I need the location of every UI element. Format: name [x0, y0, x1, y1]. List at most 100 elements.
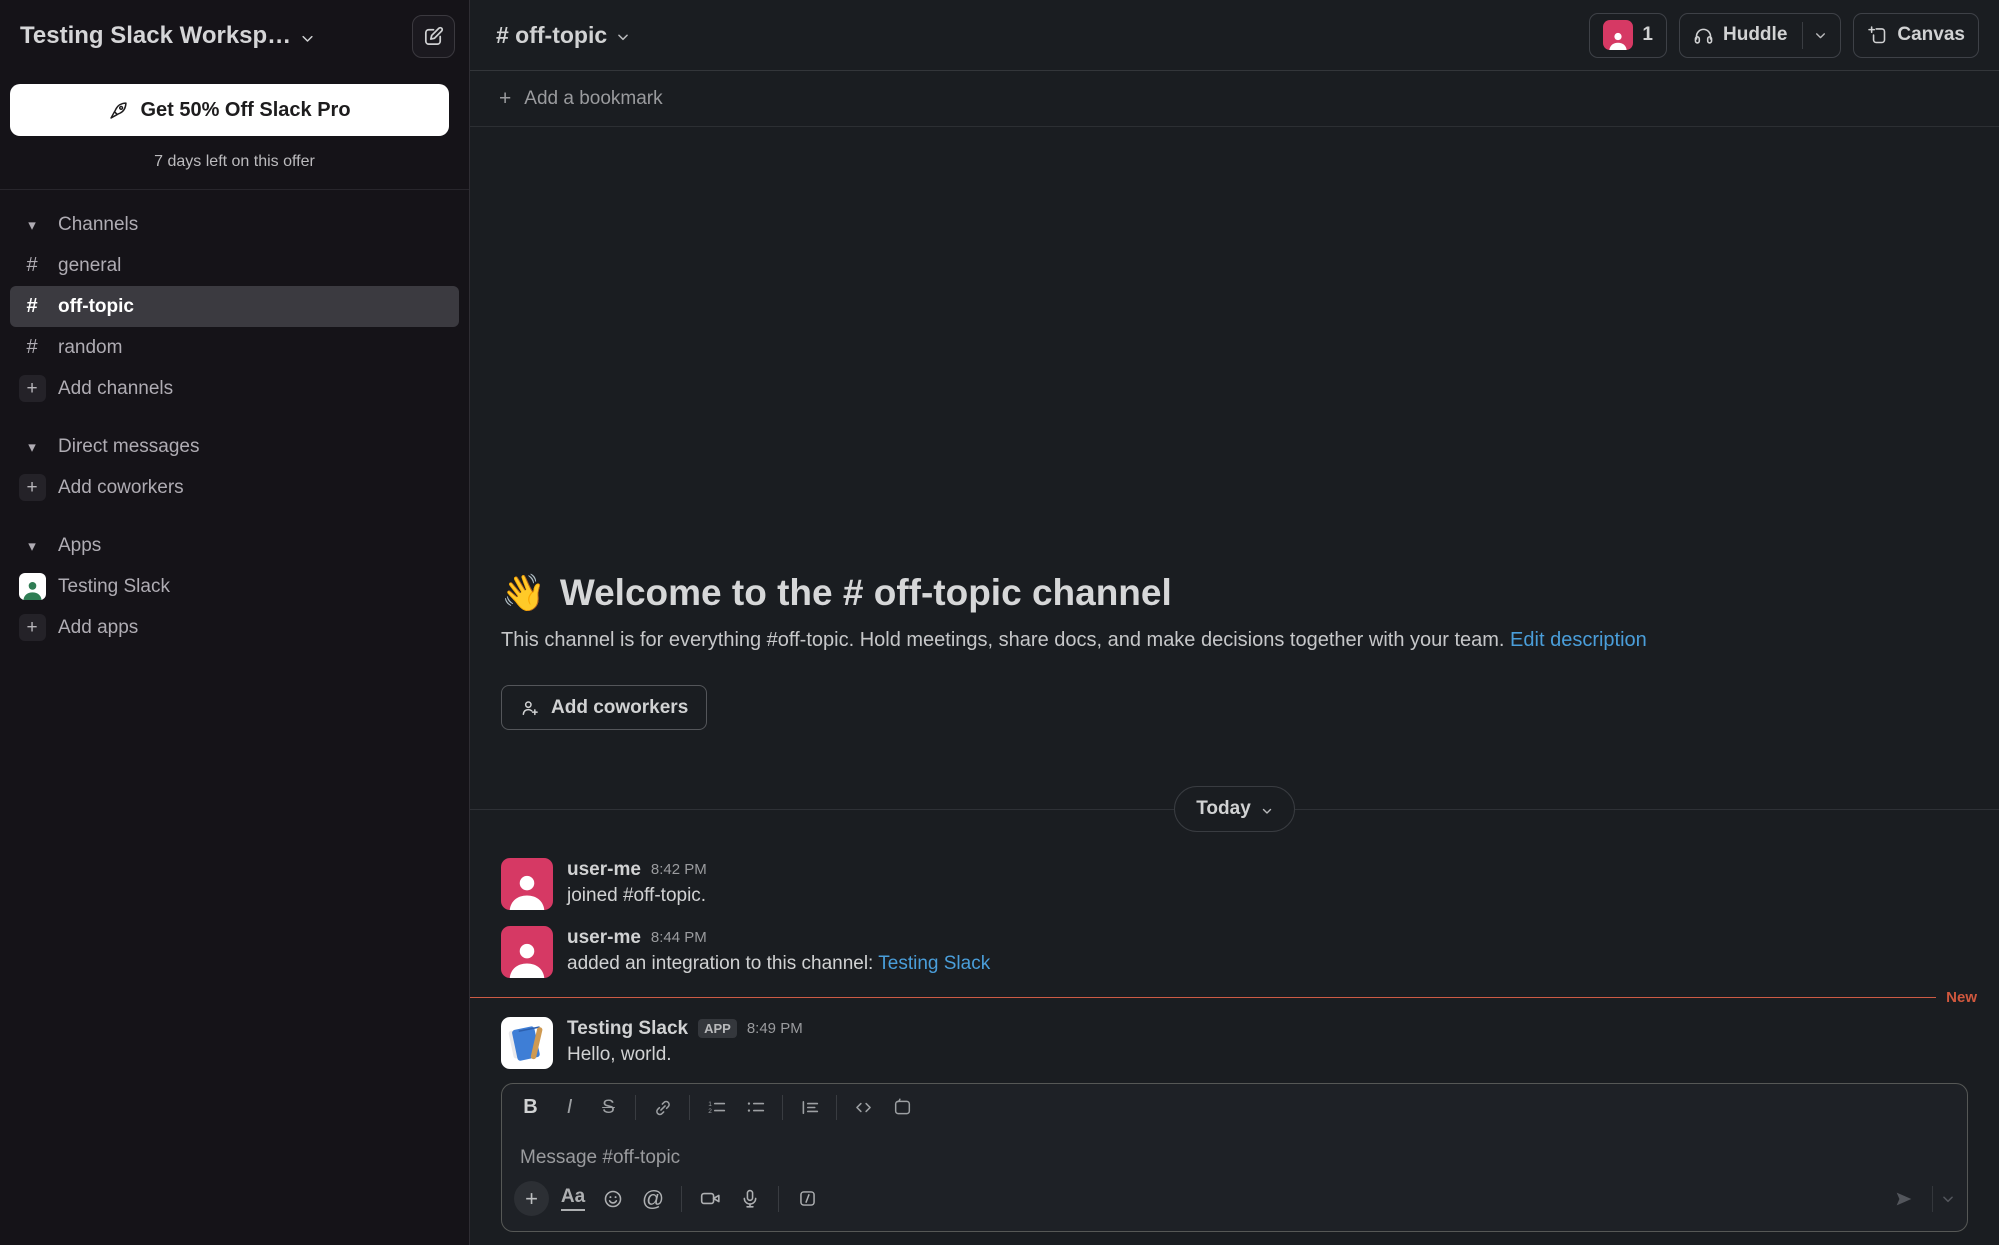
- member-count: 1: [1642, 24, 1653, 46]
- workspace-name: Testing Slack Worksp…: [20, 22, 291, 50]
- message-text: Hello, world.: [567, 1044, 803, 1066]
- plus-icon: +: [499, 87, 511, 111]
- blockquote-button[interactable]: [790, 1091, 829, 1124]
- emoji-button[interactable]: [593, 1181, 633, 1216]
- toolbar-divider: [689, 1095, 690, 1120]
- formatting-toolbar: B I S 12: [502, 1084, 1967, 1131]
- audio-clip-button[interactable]: [730, 1181, 770, 1216]
- message-input[interactable]: [518, 1146, 1951, 1170]
- chevron-down-icon[interactable]: [1814, 29, 1827, 42]
- member-avatar: [1603, 20, 1633, 50]
- mention-button[interactable]: @: [633, 1181, 673, 1216]
- avatar[interactable]: [501, 858, 553, 910]
- message-author[interactable]: user-me: [567, 860, 641, 879]
- shortcuts-button[interactable]: [787, 1181, 827, 1216]
- message-author[interactable]: Testing Slack: [567, 1019, 688, 1038]
- section-header-apps[interactable]: ▾ Apps: [0, 525, 469, 566]
- plus-icon: +: [525, 1186, 538, 1212]
- bulleted-list-button[interactable]: [736, 1091, 775, 1124]
- attach-button[interactable]: +: [514, 1181, 549, 1216]
- sidebar-item-channel-random[interactable]: # random: [0, 327, 469, 368]
- plus-icon: +: [26, 477, 37, 499]
- message-text: joined #off-topic.: [567, 885, 707, 907]
- link-button[interactable]: [643, 1091, 682, 1124]
- section-label: Channels: [58, 214, 138, 236]
- sidebar-item-channel-off-topic[interactable]: # off-topic: [10, 286, 459, 327]
- text-format-button[interactable]: Aa: [553, 1181, 593, 1216]
- edit-description-link[interactable]: Edit description: [1510, 629, 1647, 651]
- hash-icon: #: [26, 254, 37, 277]
- message-timestamp[interactable]: 8:42 PM: [651, 862, 707, 877]
- app-avatar: [19, 573, 46, 600]
- strikethrough-button[interactable]: S: [589, 1091, 628, 1124]
- channel-header: # off-topic 1 Huddle: [470, 0, 1999, 71]
- message-body: user-me 8:42 PM joined #off-topic.: [567, 858, 707, 910]
- sidebar: Testing Slack Worksp… Get 50% Off Slack …: [0, 0, 470, 1245]
- huddle-button[interactable]: Huddle: [1679, 13, 1841, 58]
- message-body: user-me 8:44 PM added an integration to …: [567, 926, 990, 978]
- add-bookmark-button[interactable]: + Add a bookmark: [470, 71, 1999, 127]
- person-add-icon: [520, 698, 540, 718]
- rocket-icon: [108, 100, 129, 121]
- caret-down-icon: ▾: [28, 438, 36, 456]
- add-apps-button[interactable]: + Add apps: [0, 607, 469, 648]
- plus-icon: +: [26, 378, 37, 400]
- caret-down-icon: ▾: [28, 216, 36, 234]
- toolbar-divider: [778, 1186, 779, 1212]
- code-button[interactable]: [844, 1091, 883, 1124]
- integration-link[interactable]: Testing Slack: [878, 953, 990, 974]
- toolbar-divider: [836, 1095, 837, 1120]
- new-message-button[interactable]: [412, 15, 455, 58]
- avatar[interactable]: [501, 926, 553, 978]
- sidebar-item-app-testing-slack[interactable]: Testing Slack: [0, 566, 469, 607]
- send-button[interactable]: [1884, 1181, 1924, 1216]
- section-label: Apps: [58, 535, 101, 557]
- unread-divider-line: [470, 997, 1936, 998]
- text-format-icon: Aa: [561, 1186, 585, 1211]
- header-actions: 1 Huddle Canvas: [1589, 13, 1979, 58]
- add-channels-button[interactable]: + Add channels: [0, 368, 469, 409]
- channel-title: # off-topic: [496, 22, 607, 49]
- send-divider: [1932, 1186, 1933, 1212]
- message-composer: B I S 12: [501, 1083, 1968, 1232]
- sidebar-item-channel-general[interactable]: # general: [0, 245, 469, 286]
- ordered-list-button[interactable]: 12: [697, 1091, 736, 1124]
- video-clip-button[interactable]: [690, 1181, 730, 1216]
- app-avatar[interactable]: [501, 1017, 553, 1069]
- send-options-button[interactable]: [1941, 1192, 1955, 1206]
- canvas-button[interactable]: Canvas: [1853, 13, 1979, 58]
- button-divider: [1802, 22, 1803, 49]
- message-timestamp[interactable]: 8:49 PM: [747, 1021, 803, 1036]
- hash-icon: #: [26, 295, 37, 318]
- message-list: user-me 8:42 PM joined #off-topic. user-…: [470, 850, 1999, 1077]
- italic-button[interactable]: I: [550, 1091, 589, 1124]
- add-coworkers-button[interactable]: Add coworkers: [501, 685, 707, 730]
- workspace-header: Testing Slack Worksp…: [0, 0, 469, 72]
- welcome-heading: 👋 Welcome to the # off-topic channel: [501, 572, 1968, 614]
- bold-button[interactable]: B: [511, 1091, 550, 1124]
- app-label: Testing Slack: [58, 576, 170, 598]
- toolbar-divider: [681, 1186, 682, 1212]
- date-divider-button[interactable]: Today: [1174, 786, 1295, 832]
- channel-view: # off-topic 1 Huddle: [470, 0, 1999, 1245]
- headphones-icon: [1693, 25, 1714, 46]
- section-gap: [0, 508, 469, 525]
- members-button[interactable]: 1: [1589, 13, 1667, 58]
- promo-upgrade-button[interactable]: Get 50% Off Slack Pro: [10, 84, 449, 136]
- composer-actions: + Aa @: [502, 1174, 1967, 1231]
- workspace-switcher[interactable]: Testing Slack Worksp…: [20, 22, 315, 50]
- chevron-down-icon: [616, 30, 630, 44]
- add-coworkers-sidebar-button[interactable]: + Add coworkers: [0, 467, 469, 508]
- message-author[interactable]: user-me: [567, 928, 641, 947]
- chevron-down-icon: [1261, 805, 1273, 817]
- welcome-description: This channel is for everything #off-topi…: [501, 629, 1968, 652]
- code-block-button[interactable]: [883, 1091, 922, 1124]
- section-header-direct-messages[interactable]: ▾ Direct messages: [0, 426, 469, 467]
- message-timestamp[interactable]: 8:44 PM: [651, 930, 707, 945]
- message-row: user-me 8:42 PM joined #off-topic.: [470, 850, 1999, 918]
- channel-title-button[interactable]: # off-topic: [496, 22, 630, 49]
- message-row: Testing Slack APP 8:49 PM Hello, world.: [470, 1009, 1999, 1077]
- promo-note: 7 days left on this offer: [0, 153, 469, 171]
- section-header-channels[interactable]: ▾ Channels: [0, 204, 469, 245]
- message-row: user-me 8:44 PM added an integration to …: [470, 918, 1999, 986]
